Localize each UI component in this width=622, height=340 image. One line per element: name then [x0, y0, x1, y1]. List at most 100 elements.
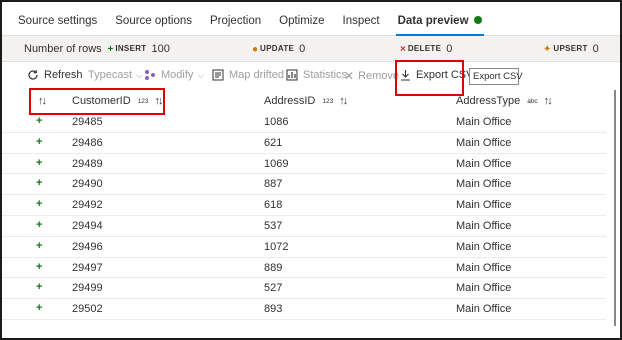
tab-label: Optimize [279, 15, 325, 27]
table-cell: 29497 [72, 261, 103, 274]
highlight-box-customerid [29, 88, 165, 115]
delete-count: 0 [446, 43, 453, 55]
data-preview-panel: Source settings Source options Projectio… [0, 0, 622, 340]
typecast-button[interactable]: Typecast ⌵ [88, 69, 143, 81]
table-row[interactable]: +29494 537 Main Office [2, 216, 606, 237]
map-drifted-icon [212, 69, 224, 81]
update-dot-icon: ● [252, 44, 259, 55]
table-row[interactable]: +29485 1086 Main Office [2, 112, 606, 133]
insert-indicator-icon: + [36, 198, 43, 211]
table-row[interactable]: +29497 889 Main Office [2, 258, 606, 279]
chevron-down-icon: ⌵ [136, 69, 143, 80]
table-cell: 29502 [72, 303, 103, 316]
modify-icon [145, 70, 155, 80]
insert-indicator-icon: + [36, 239, 43, 252]
table-cell: Main Office [456, 282, 512, 295]
insert-indicator-icon: + [36, 115, 43, 127]
rows-label: Number of rows [24, 43, 102, 55]
insert-indicator-icon: + [36, 177, 43, 190]
table-cell: 893 [264, 303, 283, 316]
table-cell: 29499 [72, 282, 103, 295]
typecast-label: Typecast [88, 69, 133, 81]
refresh-button[interactable]: Refresh [27, 69, 83, 81]
table-row[interactable]: +29490 887 Main Office [2, 174, 606, 196]
export-csv-tooltip: Export CSV [469, 68, 523, 85]
close-icon: ✕ [344, 69, 355, 83]
tab-source-settings[interactable]: Source settings [12, 15, 103, 35]
table-cell: Main Office [456, 303, 512, 316]
table-cell: Main Office [456, 199, 512, 212]
column-header-addressid[interactable]: AddressID 123 ↑↓ [264, 95, 348, 107]
table-cell: Main Office [456, 261, 512, 274]
table-cell: 29489 [72, 157, 103, 170]
upsert-icon: ✦ [543, 44, 552, 55]
table-cell: 29486 [72, 136, 103, 149]
insert-indicator-icon: + [36, 260, 43, 273]
map-drifted-label: Map drifted [229, 69, 285, 81]
update-count: 0 [299, 43, 306, 55]
table-cell: 29494 [72, 219, 103, 232]
statistics-label: Statistics [303, 69, 348, 81]
column-header-addresstype[interactable]: AddressType abc ↑↓ [456, 95, 553, 107]
table-row[interactable]: +29499 527 Main Office [2, 278, 606, 300]
remove-label: Remove [358, 70, 400, 82]
modify-label: Modify [161, 69, 194, 81]
sort-icon[interactable]: ↑↓ [544, 95, 553, 107]
tab-source-options[interactable]: Source options [109, 15, 198, 35]
tab-optimize[interactable]: Optimize [273, 15, 330, 35]
table-cell: 1072 [264, 240, 289, 253]
remove-button[interactable]: ✕ Remove [344, 69, 399, 83]
table-cell: 1086 [264, 116, 289, 128]
update-tag: UPDATE [260, 44, 295, 53]
plus-icon: + [104, 44, 114, 55]
tab-label: Source options [115, 15, 192, 27]
insert-count: 100 [151, 43, 170, 55]
column-name: AddressID [264, 95, 316, 107]
upsert-count-group: ✦ UPSERT 0 [543, 43, 599, 55]
table-row[interactable]: +29489 1069 Main Office [2, 154, 606, 175]
delete-x-icon: × [400, 44, 406, 55]
table-row[interactable]: +29486 621 Main Office [2, 133, 606, 154]
table-cell: 537 [264, 219, 283, 232]
table-cell: Main Office [456, 157, 512, 170]
table-cell: 29496 [72, 240, 103, 253]
map-drifted-button[interactable]: Map drifted [212, 69, 284, 81]
refresh-icon [28, 70, 38, 80]
column-type-badge: 123 [322, 97, 334, 105]
refresh-label: Refresh [44, 69, 83, 81]
chevron-down-icon: ⌵ [197, 69, 205, 80]
tab-bar: Source settings Source options Projectio… [2, 2, 620, 36]
table-cell: 1069 [264, 157, 289, 170]
upsert-tag: UPSERT [553, 44, 588, 53]
sort-icon[interactable]: ↑↓ [339, 95, 348, 107]
tab-inspect[interactable]: Inspect [337, 15, 386, 35]
status-dot-icon [473, 16, 482, 24]
tab-data-preview[interactable]: Data preview [392, 15, 488, 36]
insert-indicator-icon: + [36, 218, 43, 231]
table-cell: Main Office [456, 219, 512, 232]
modify-button[interactable]: Modify ⌵ [144, 69, 204, 81]
insert-tag: INSERT [115, 44, 147, 53]
tab-label: Projection [209, 15, 262, 27]
update-count-group: ● UPDATE 0 [252, 43, 305, 55]
vertical-scrollbar[interactable] [614, 90, 616, 326]
table-cell: 618 [264, 199, 283, 212]
statistics-button[interactable]: Statistics [286, 69, 347, 81]
table-cell: 29485 [72, 116, 103, 128]
table-cell: Main Office [456, 240, 512, 253]
insert-indicator-icon: + [36, 302, 43, 315]
table-row[interactable]: +29496 1072 Main Office [2, 237, 606, 258]
rows-count: Number of rows + INSERT 100 [24, 43, 170, 55]
table-row[interactable]: +29492 618 Main Office [2, 195, 606, 216]
upsert-count: 0 [592, 43, 599, 55]
table-cell: 29492 [72, 199, 103, 212]
tab-projection[interactable]: Projection [204, 15, 267, 35]
insert-indicator-icon: + [36, 281, 43, 294]
table-row[interactable]: +29502 893 Main Office [2, 299, 606, 320]
table-body: +29485 1086 Main Office +29486 621 Main Offic… [2, 112, 606, 320]
table-cell: 527 [264, 282, 283, 295]
insert-indicator-icon: + [36, 135, 43, 148]
tab-label: Data preview [397, 15, 469, 27]
column-name: AddressType [456, 95, 521, 107]
table-cell: 29490 [72, 178, 103, 191]
